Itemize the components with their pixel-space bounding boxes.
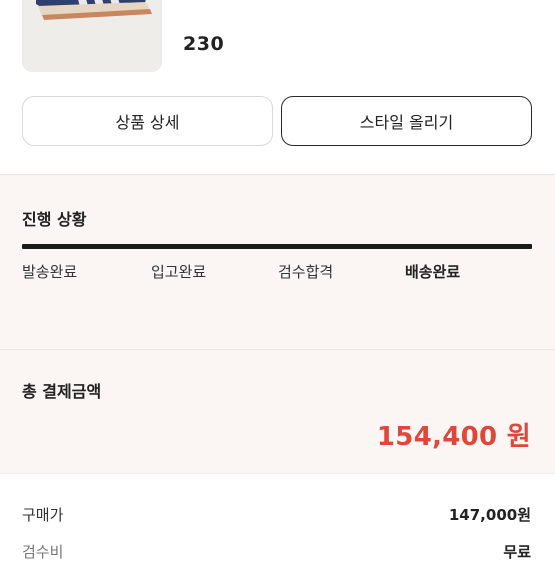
total-payment-title: 총 결제금액	[22, 382, 102, 401]
divider	[0, 473, 555, 474]
purchase-price-label: 구매가	[22, 506, 64, 524]
purchase-price-value: 147,000원	[448, 506, 531, 524]
post-style-button[interactable]: 스타일 올리기	[281, 96, 532, 146]
sneaker-image-icon	[22, 0, 162, 72]
step-received: 입고완료	[151, 263, 207, 281]
product-detail-button[interactable]: 상품 상세	[22, 96, 273, 146]
total-payment-amount: 154,400 원	[376, 422, 531, 452]
product-size: 230	[183, 33, 225, 55]
step-delivered: 배송완료	[405, 263, 461, 281]
inspection-fee-value: 무료	[503, 543, 531, 561]
step-inspection-passed: 검수합격	[278, 263, 334, 281]
step-shipped: 발송완료	[22, 263, 78, 281]
total-payment-section: 총 결제금액 154,400 원	[0, 349, 555, 474]
inspection-fee-label: 검수비	[22, 543, 64, 561]
progress-bar	[22, 244, 532, 249]
progress-title: 진행 상황	[22, 210, 87, 229]
product-thumbnail[interactable]	[22, 0, 162, 72]
progress-section: 진행 상황 발송완료 입고완료 검수합격 배송완료	[0, 174, 555, 350]
